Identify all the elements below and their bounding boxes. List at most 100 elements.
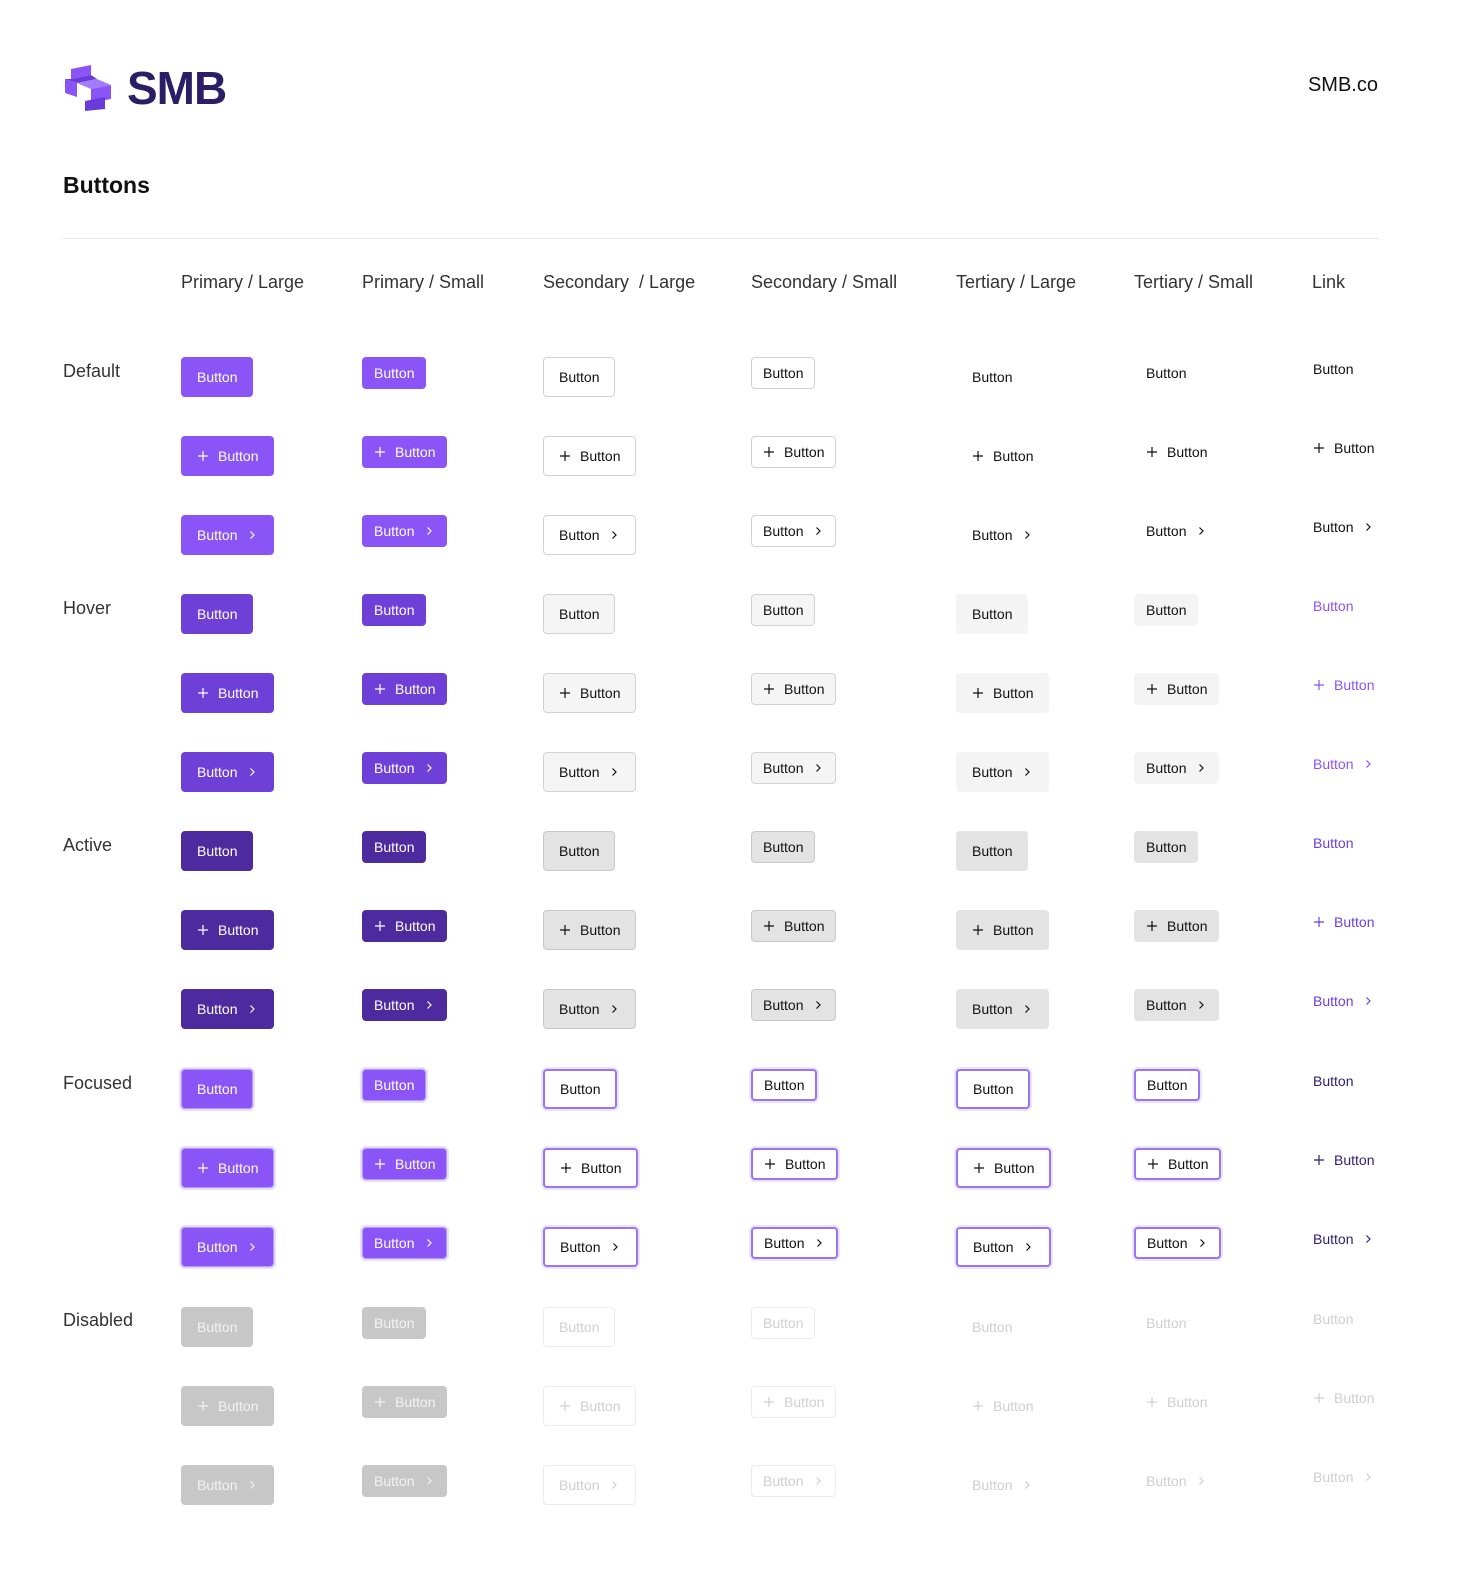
- secondary-large-active-trailing-chevron-icon-button[interactable]: Button: [543, 989, 637, 1029]
- primary-large-focused-text-only-button[interactable]: Button: [181, 1069, 254, 1109]
- secondary-small-hover-text-only-button[interactable]: Button: [751, 594, 816, 626]
- link-focused-text-only-button[interactable]: Button: [1312, 1069, 1354, 1093]
- plus-icon: [559, 924, 571, 936]
- tertiary-small-active-trailing-chevron-icon-button[interactable]: Button: [1134, 989, 1220, 1021]
- primary-small-active-text-only-button[interactable]: Button: [362, 831, 427, 863]
- secondary-large-hover-leading-plus-icon-button[interactable]: Button: [543, 673, 637, 713]
- tertiary-large-active-text-only-button[interactable]: Button: [956, 831, 1029, 871]
- primary-small-hover-text-only-button[interactable]: Button: [362, 594, 427, 626]
- secondary-large-active-text-only-button[interactable]: Button: [543, 831, 616, 871]
- primary-small-hover-leading-plus-icon-button[interactable]: Button: [362, 673, 448, 705]
- link-default-trailing-chevron-icon-button[interactable]: Button: [1312, 515, 1375, 539]
- primary-small-focused-leading-plus-icon-button[interactable]: Button: [362, 1148, 448, 1180]
- button-label: Button: [374, 602, 415, 618]
- primary-large-hover-trailing-chevron-icon-button[interactable]: Button: [181, 752, 275, 792]
- secondary-small-active-text-only-button[interactable]: Button: [751, 831, 816, 863]
- primary-small-focused-trailing-chevron-icon-button[interactable]: Button: [362, 1227, 448, 1259]
- site-link[interactable]: SMB.co: [1308, 74, 1378, 97]
- secondary-small-default-trailing-chevron-icon-button[interactable]: Button: [751, 515, 837, 547]
- secondary-small-focused-text-only-button[interactable]: Button: [751, 1069, 818, 1101]
- tertiary-large-focused-trailing-chevron-icon-button[interactable]: Button: [956, 1227, 1052, 1267]
- secondary-large-default-leading-plus-icon-button[interactable]: Button: [543, 436, 637, 476]
- tertiary-large-hover-trailing-chevron-icon-button[interactable]: Button: [956, 752, 1050, 792]
- primary-large-default-leading-plus-icon-button[interactable]: Button: [181, 436, 275, 476]
- tertiary-large-default-trailing-chevron-icon-button[interactable]: Button: [956, 515, 1049, 555]
- chevron-right-icon: [246, 1479, 258, 1491]
- secondary-small-active-leading-plus-icon-button[interactable]: Button: [751, 910, 837, 942]
- link-focused-leading-plus-icon-button[interactable]: Button: [1312, 1148, 1375, 1172]
- primary-small-active-leading-plus-icon-button[interactable]: Button: [362, 910, 448, 942]
- secondary-small-active-trailing-chevron-icon-button[interactable]: Button: [751, 989, 837, 1021]
- link-active-text-only-button[interactable]: Button: [1312, 831, 1354, 855]
- button-label: Button: [1313, 361, 1354, 377]
- logo[interactable]: SMB: [63, 63, 227, 113]
- tertiary-small-default-trailing-chevron-icon-button[interactable]: Button: [1134, 515, 1219, 547]
- tertiary-small-default-leading-plus-icon-button[interactable]: Button: [1134, 436, 1219, 468]
- tertiary-small-focused-leading-plus-icon-button[interactable]: Button: [1134, 1148, 1222, 1180]
- tertiary-small-focused-text-only-button[interactable]: Button: [1134, 1069, 1201, 1101]
- secondary-large-focused-leading-plus-icon-button[interactable]: Button: [543, 1148, 639, 1188]
- link-hover-text-only-button[interactable]: Button: [1312, 594, 1354, 618]
- tertiary-large-hover-leading-plus-icon-button[interactable]: Button: [956, 673, 1050, 713]
- link-hover-leading-plus-icon-button[interactable]: Button: [1312, 673, 1375, 697]
- secondary-small-default-text-only-button[interactable]: Button: [751, 357, 816, 389]
- primary-small-active-trailing-chevron-icon-button[interactable]: Button: [362, 989, 448, 1021]
- tertiary-large-active-leading-plus-icon-button[interactable]: Button: [956, 910, 1050, 950]
- tertiary-large-hover-text-only-button[interactable]: Button: [956, 594, 1029, 634]
- primary-large-default-text-only-button[interactable]: Button: [181, 357, 254, 397]
- plus-icon: [972, 1400, 984, 1412]
- link-active-leading-plus-icon-button[interactable]: Button: [1312, 910, 1375, 934]
- secondary-large-active-leading-plus-icon-button[interactable]: Button: [543, 910, 637, 950]
- primary-large-disabled-text-only-button: Button: [181, 1307, 254, 1347]
- primary-large-focused-leading-plus-icon-button[interactable]: Button: [181, 1148, 275, 1188]
- primary-large-default-trailing-chevron-icon-button[interactable]: Button: [181, 515, 275, 555]
- primary-large-hover-leading-plus-icon-button[interactable]: Button: [181, 673, 275, 713]
- link-focused-trailing-chevron-icon-button[interactable]: Button: [1312, 1227, 1375, 1251]
- tertiary-small-hover-text-only-button[interactable]: Button: [1134, 594, 1199, 626]
- secondary-small-hover-trailing-chevron-icon-button[interactable]: Button: [751, 752, 837, 784]
- tertiary-small-active-leading-plus-icon-button[interactable]: Button: [1134, 910, 1220, 942]
- button-label: Button: [972, 1319, 1013, 1335]
- primary-small-focused-text-only-button[interactable]: Button: [362, 1069, 427, 1101]
- tertiary-small-default-text-only-button[interactable]: Button: [1134, 357, 1198, 389]
- tertiary-small-hover-trailing-chevron-icon-button[interactable]: Button: [1134, 752, 1220, 784]
- primary-small-default-trailing-chevron-icon-button[interactable]: Button: [362, 515, 448, 547]
- secondary-small-hover-leading-plus-icon-button[interactable]: Button: [751, 673, 837, 705]
- secondary-large-default-trailing-chevron-icon-button[interactable]: Button: [543, 515, 637, 555]
- link-default-text-only-button[interactable]: Button: [1312, 357, 1354, 381]
- tertiary-small-hover-leading-plus-icon-button[interactable]: Button: [1134, 673, 1220, 705]
- secondary-large-hover-trailing-chevron-icon-button[interactable]: Button: [543, 752, 637, 792]
- button-label: Button: [374, 523, 415, 539]
- tertiary-large-default-text-only-button[interactable]: Button: [956, 357, 1028, 397]
- primary-large-hover-text-only-button[interactable]: Button: [181, 594, 254, 634]
- tertiary-large-active-trailing-chevron-icon-button[interactable]: Button: [956, 989, 1050, 1029]
- primary-small-default-text-only-button[interactable]: Button: [362, 357, 427, 389]
- primary-large-focused-trailing-chevron-icon-button[interactable]: Button: [181, 1227, 275, 1267]
- tertiary-large-focused-leading-plus-icon-button[interactable]: Button: [956, 1148, 1052, 1188]
- primary-small-hover-trailing-chevron-icon-button[interactable]: Button: [362, 752, 448, 784]
- button-label: Button: [559, 1319, 600, 1335]
- button-label: Button: [560, 1081, 601, 1097]
- secondary-small-focused-leading-plus-icon-button[interactable]: Button: [751, 1148, 839, 1180]
- chevron-right-icon: [812, 525, 824, 537]
- tertiary-small-active-text-only-button[interactable]: Button: [1134, 831, 1199, 863]
- link-default-leading-plus-icon-button[interactable]: Button: [1312, 436, 1375, 460]
- primary-large-active-leading-plus-icon-button[interactable]: Button: [181, 910, 275, 950]
- primary-large-active-text-only-button[interactable]: Button: [181, 831, 254, 871]
- plus-icon: [560, 1162, 572, 1174]
- link-hover-trailing-chevron-icon-button[interactable]: Button: [1312, 752, 1375, 776]
- chevron-right-icon: [1022, 1241, 1034, 1253]
- tertiary-large-focused-text-only-button[interactable]: Button: [956, 1069, 1031, 1109]
- secondary-large-default-text-only-button[interactable]: Button: [543, 357, 616, 397]
- secondary-small-default-leading-plus-icon-button[interactable]: Button: [751, 436, 837, 468]
- secondary-large-focused-text-only-button[interactable]: Button: [543, 1069, 618, 1109]
- tertiary-large-default-leading-plus-icon-button[interactable]: Button: [956, 436, 1049, 476]
- primary-large-active-trailing-chevron-icon-button[interactable]: Button: [181, 989, 275, 1029]
- secondary-large-focused-trailing-chevron-icon-button[interactable]: Button: [543, 1227, 639, 1267]
- link-active-trailing-chevron-icon-button[interactable]: Button: [1312, 989, 1375, 1013]
- secondary-small-focused-trailing-chevron-icon-button[interactable]: Button: [751, 1227, 839, 1259]
- primary-small-default-leading-plus-icon-button[interactable]: Button: [362, 436, 448, 468]
- secondary-large-hover-text-only-button[interactable]: Button: [543, 594, 616, 634]
- tertiary-small-focused-trailing-chevron-icon-button[interactable]: Button: [1134, 1227, 1222, 1259]
- plus-icon: [374, 1158, 386, 1170]
